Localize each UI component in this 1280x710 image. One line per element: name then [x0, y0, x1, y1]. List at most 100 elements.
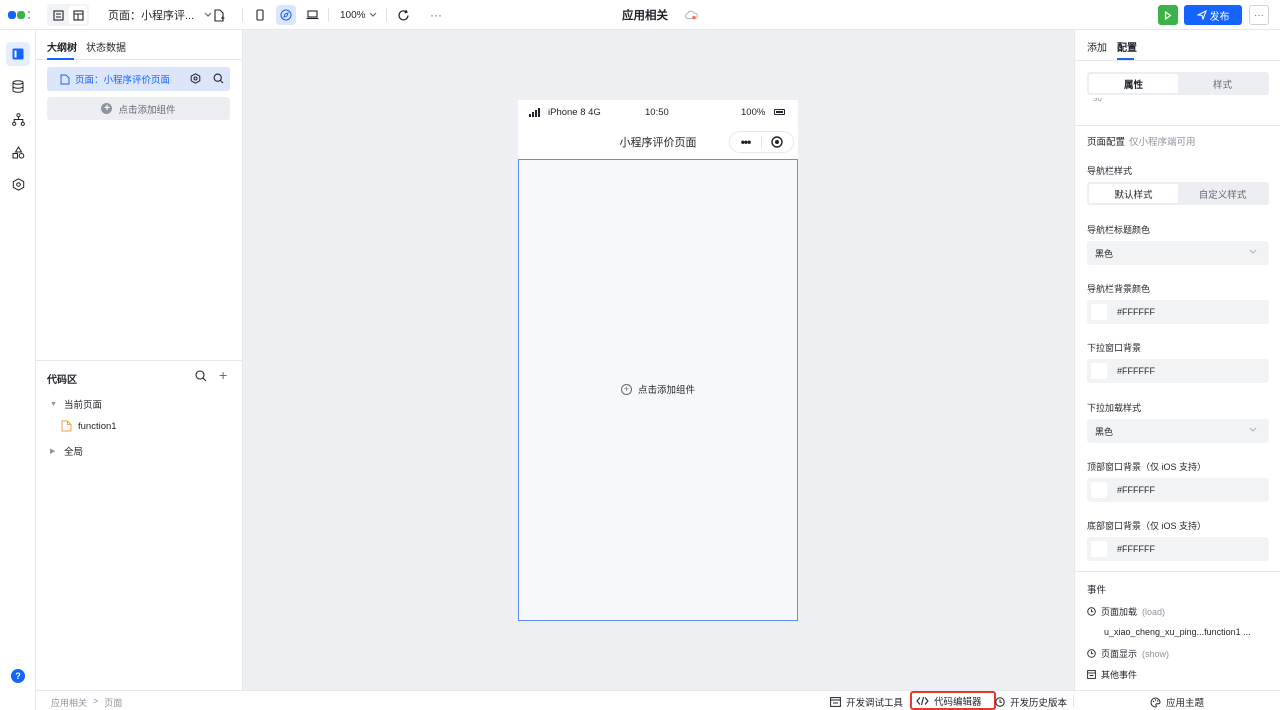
field-label: 下拉窗口背景 [1087, 343, 1142, 353]
refresh-icon [398, 9, 409, 20]
breadcrumb-app[interactable]: 应用相关 [51, 696, 87, 709]
list-view-icon [52, 9, 64, 21]
event-label: 其他事件 [1101, 670, 1138, 680]
app-theme-button[interactable]: 应用主题 [1150, 695, 1204, 709]
add-component-button[interactable]: + 点击添加组件 [47, 97, 230, 120]
laptop-icon [306, 10, 318, 20]
code-add-icon[interactable]: + [219, 367, 227, 383]
mobile-icon [256, 9, 264, 21]
breadcrumb: 应用相关 > 页面 [51, 696, 122, 709]
page-select-label: 页面：小程序评... [108, 10, 195, 22]
rail-item-database[interactable] [6, 74, 30, 98]
layout-view-button[interactable] [69, 6, 87, 24]
palette-icon [1150, 696, 1161, 708]
logo-more-icon [28, 11, 30, 19]
mobile-preview-button[interactable] [250, 5, 270, 25]
rail-item-outline[interactable] [6, 42, 30, 66]
event-sub-label: (load) [1142, 606, 1166, 617]
capsule-close-button[interactable] [762, 136, 793, 148]
tree-item-current-page[interactable]: ▼ 当前页面 [50, 397, 102, 411]
bottom-window-bg-field[interactable]: #FFFFFF [1087, 537, 1269, 561]
tab-state-data[interactable]: 状态数据 [86, 39, 126, 54]
page-icon [60, 74, 70, 84]
page-config-title-text: 页面配置 [1087, 137, 1126, 148]
run-button[interactable] [1158, 5, 1178, 25]
clipped-value: 50 [1093, 98, 1102, 103]
tab-outline-tree[interactable]: 大纲树 [47, 39, 77, 54]
field-label: 底部窗口背景（仅 iOS 支持） [1087, 521, 1207, 531]
more-menu-button[interactable]: ··· [1249, 5, 1269, 25]
dev-tools-button[interactable]: 开发调试工具 [830, 695, 903, 709]
page-select[interactable]: 页面：小程序评... [108, 0, 212, 30]
top-window-bg-field[interactable]: #FFFFFF [1087, 478, 1269, 502]
event-page-show[interactable]: 页面显示 (show) [1087, 647, 1169, 660]
code-area-title: 代码区 [47, 375, 77, 386]
event-handler-function1[interactable]: u_xiao_cheng_xu_ping...function1 ... [1104, 627, 1251, 637]
caret-right-icon: ▶ [50, 448, 56, 455]
rail-item-workflow[interactable] [6, 107, 30, 131]
publish-button[interactable]: 发布 [1184, 5, 1242, 25]
color-value: #FFFFFF [1117, 485, 1155, 495]
layout-panel-icon [12, 48, 24, 60]
event-page-load[interactable]: 页面加载 (load) [1087, 605, 1165, 618]
color-swatch[interactable] [1091, 363, 1107, 379]
nav-style-default[interactable]: 默认样式 [1089, 184, 1178, 203]
dev-history-button[interactable]: 开发历史版本 [995, 695, 1067, 709]
battery-percent: 100% [741, 107, 766, 118]
page-settings-icon[interactable] [190, 73, 201, 84]
color-swatch[interactable] [1091, 541, 1107, 557]
select-value: 黑色 [1095, 248, 1114, 259]
desktop-preview-button[interactable] [302, 5, 322, 25]
tree-item-global[interactable]: ▶ 全局 [50, 444, 83, 458]
zoom-select[interactable]: 100% [340, 0, 377, 30]
rail-item-components[interactable] [6, 140, 30, 164]
tree-item-label: function1 [78, 420, 117, 432]
page-node-label: 页面：小程序评价页面 [75, 75, 171, 86]
chevron-down-icon [1249, 249, 1257, 254]
nav-bg-color-field[interactable]: #FFFFFF [1087, 300, 1269, 324]
tree-item-function1[interactable]: function1 [61, 420, 117, 432]
code-search-icon[interactable] [195, 370, 207, 382]
tab-config[interactable]: 配置 [1117, 39, 1137, 54]
chevron-down-icon [369, 12, 377, 17]
calendar-icon [1087, 670, 1096, 679]
app-logo[interactable] [8, 0, 36, 30]
toolbar-more-button[interactable]: ··· [430, 0, 442, 30]
phone-page-body[interactable]: + 点击添加组件 [518, 159, 798, 621]
breadcrumb-page[interactable]: 页面 [104, 696, 122, 709]
page-config-hint: 仅小程序端可用 [1129, 137, 1196, 148]
events-title: 事件 [1087, 585, 1107, 596]
help-icon[interactable]: ? [11, 669, 25, 683]
color-swatch[interactable] [1091, 304, 1107, 320]
view-mode-group [47, 4, 89, 26]
list-view-button[interactable] [49, 6, 67, 24]
nav-style-custom[interactable]: 自定义样式 [1178, 184, 1267, 203]
color-swatch[interactable] [1091, 482, 1107, 498]
caret-down-icon: ▼ [50, 400, 57, 408]
target-icon [771, 136, 784, 148]
nav-title-color-select[interactable]: 黑色 [1087, 241, 1269, 265]
field-label: 导航栏背景颜色 [1087, 284, 1151, 294]
page-config-title: 页面配置 仅小程序端可用 [1087, 134, 1196, 148]
property-style-segment: 属性 样式 [1087, 72, 1269, 95]
database-icon [12, 79, 24, 93]
refresh-button[interactable] [397, 0, 410, 30]
app-title: 应用相关 [622, 10, 668, 22]
phone-add-component[interactable]: + 点击添加组件 [519, 382, 797, 396]
pulldown-loading-style-select[interactable]: 黑色 [1087, 419, 1269, 443]
new-page-button[interactable] [213, 0, 225, 30]
code-editor-button[interactable]: 代码编辑器 [910, 691, 996, 710]
segment-properties[interactable]: 属性 [1089, 74, 1178, 93]
shapes-icon [12, 145, 24, 159]
rail-item-settings[interactable] [6, 172, 30, 196]
pulldown-bg-color-field[interactable]: #FFFFFF [1087, 359, 1269, 383]
right-panel: 添加 配置 属性 样式 50 页面配置 仅小程序端可用 导航栏样式 默认样式 自定… [1074, 30, 1280, 690]
segment-style[interactable]: 样式 [1178, 74, 1267, 93]
history-icon [995, 697, 1005, 707]
miniprogram-preview-button[interactable] [276, 5, 296, 25]
page-search-icon[interactable] [213, 73, 224, 84]
outline-page-node[interactable]: 页面：小程序评价页面 [47, 67, 230, 91]
capsule-menu-button[interactable]: ••• [730, 135, 761, 149]
event-other[interactable]: 其他事件 [1087, 668, 1137, 681]
tab-add[interactable]: 添加 [1087, 39, 1107, 54]
